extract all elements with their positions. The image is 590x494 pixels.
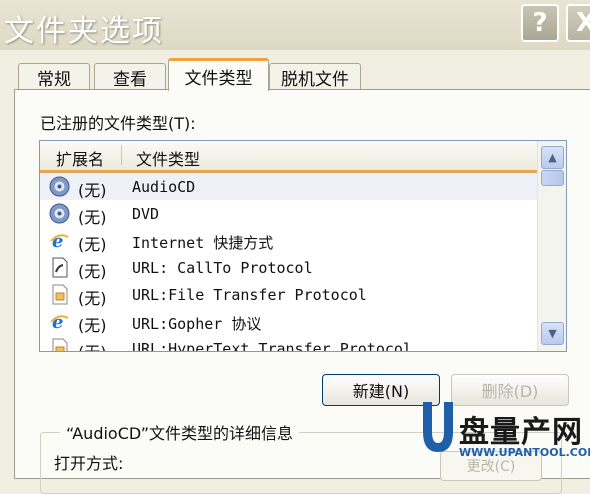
- scroll-down-button[interactable]: ▼: [541, 322, 564, 345]
- help-button[interactable]: ?: [521, 4, 559, 42]
- dvd-icon: [49, 203, 70, 224]
- list-item-ftp[interactable]: (无) URL:File Transfer Protocol: [40, 281, 537, 308]
- chevron-down-icon: ▼: [548, 327, 557, 340]
- watermark-url: WWW.UPANTOOL.COM: [459, 446, 590, 459]
- question-mark-icon: ?: [532, 8, 548, 38]
- row-extension: (无): [78, 235, 107, 254]
- list-item-gopher[interactable]: e (无) URL:Gopher 协议: [40, 308, 537, 335]
- http-document-icon: [52, 338, 68, 351]
- watermark-logo: [423, 402, 453, 452]
- ftp-document-icon: [52, 284, 68, 305]
- callto-document-icon: [52, 257, 68, 278]
- details-group-title: “AudioCD”文件类型的详细信息: [60, 420, 300, 444]
- row-file-type: URL:Gopher 协议: [132, 315, 262, 333]
- audio-cd-icon: [49, 176, 70, 197]
- list-item-dvd[interactable]: (无) DVD: [40, 200, 537, 227]
- window-title: 文件夹选项: [4, 14, 164, 49]
- open-with-label: 打开方式:: [54, 454, 124, 473]
- column-file-type[interactable]: 文件类型: [136, 146, 200, 170]
- row-extension: (无): [78, 316, 107, 335]
- list-item-callto[interactable]: (无) URL: CallTo Protocol: [40, 254, 537, 281]
- list-header: 扩展名 文件类型: [40, 141, 537, 173]
- column-divider[interactable]: [121, 145, 122, 165]
- row-extension: (无): [78, 262, 107, 281]
- close-icon: X: [575, 8, 590, 38]
- column-extension[interactable]: 扩展名: [56, 146, 104, 170]
- file-types-list[interactable]: 扩展名 文件类型 (无) AudioCD (无) DVD e (无) Inter…: [39, 140, 567, 352]
- tab-offline-files[interactable]: 脱机文件: [269, 63, 361, 90]
- row-file-type: AudioCD: [132, 178, 196, 196]
- row-file-type: URL:HyperText Transfer Protocol: [132, 340, 412, 352]
- tab-general[interactable]: 常规: [18, 63, 90, 90]
- internet-explorer-icon: e: [50, 231, 69, 251]
- registered-types-label: 已注册的文件类型(T):: [40, 114, 196, 133]
- row-extension: (无): [78, 181, 107, 200]
- row-file-type: DVD: [132, 205, 160, 223]
- scroll-up-button[interactable]: ▲: [541, 146, 564, 169]
- title-bar: 文件夹选项 ? X: [0, 0, 590, 50]
- close-button[interactable]: X: [566, 4, 590, 42]
- list-item-http[interactable]: (无) URL:HyperText Transfer Protocol: [40, 335, 537, 352]
- internet-explorer-icon: e: [50, 312, 69, 332]
- svg-text:e: e: [52, 231, 63, 251]
- row-file-type: URL:File Transfer Protocol: [132, 286, 367, 304]
- vertical-scrollbar[interactable]: ▲ ▼: [537, 141, 566, 351]
- row-file-type: URL: CallTo Protocol: [132, 259, 313, 277]
- row-extension: (无): [78, 339, 107, 351]
- row-extension: (无): [78, 208, 107, 227]
- list-item-audiocd[interactable]: (无) AudioCD: [40, 173, 537, 200]
- tab-view[interactable]: 查看: [94, 63, 166, 90]
- scroll-thumb[interactable]: [541, 170, 564, 186]
- watermark-name: 盘量产网: [459, 415, 583, 450]
- chevron-up-icon: ▲: [548, 151, 557, 164]
- svg-text:e: e: [52, 312, 63, 332]
- delete-button[interactable]: 删除(D): [451, 374, 569, 406]
- list-item-internet-shortcut[interactable]: e (无) Internet 快捷方式: [40, 227, 537, 254]
- row-extension: (无): [78, 289, 107, 308]
- tab-file-types[interactable]: 文件类型: [168, 58, 269, 91]
- row-file-type: Internet 快捷方式: [132, 234, 274, 252]
